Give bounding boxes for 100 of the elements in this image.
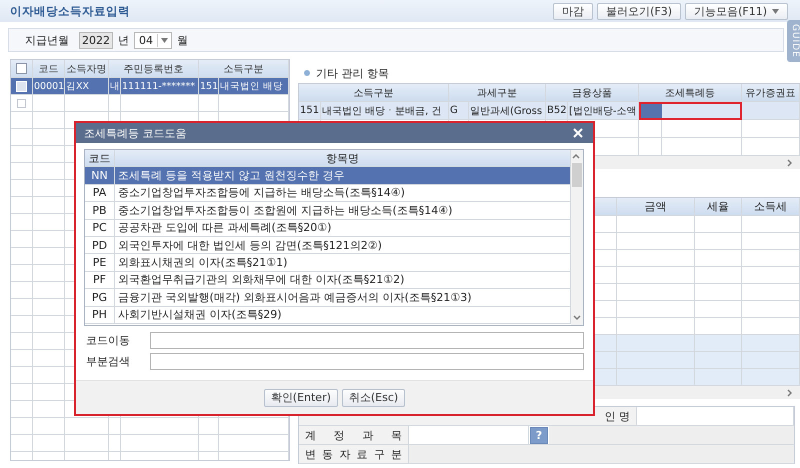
scrollbar[interactable] xyxy=(571,150,583,325)
column-header: 항목명 xyxy=(115,150,571,168)
list-row[interactable]: PG 금융기관 국외발행(매각) 외화표시어음과 예금증서의 이자(조특§21①3) xyxy=(85,289,571,307)
empty-cell xyxy=(11,197,33,214)
empty-cell xyxy=(33,112,65,129)
bullet-icon xyxy=(304,70,310,76)
table-cell: PE xyxy=(85,254,115,272)
chevron-down-icon xyxy=(573,314,581,322)
month-dropdown[interactable]: 04 xyxy=(134,32,172,48)
table-cell: PB xyxy=(85,202,115,220)
table-cell: PD xyxy=(85,236,115,254)
page-title: 이자배당소득자료입력 xyxy=(10,4,130,18)
field-label: 변 동 자 료 구 분 xyxy=(305,446,402,462)
table-cell: G xyxy=(449,102,469,120)
empty-cell xyxy=(65,418,109,435)
chevron-right-icon xyxy=(786,158,794,166)
empty-cell xyxy=(11,367,33,384)
unit-label: 년 xyxy=(118,32,129,48)
empty-cell xyxy=(219,418,289,435)
list-row[interactable]: PA 중소기업창업투자조합등에 지급하는 배당소득(조특§14④) xyxy=(85,184,571,202)
column-header: 소득구분 xyxy=(299,84,449,102)
field-label: 코드이동 xyxy=(86,333,131,348)
empty-cell xyxy=(11,129,33,146)
empty-cell xyxy=(11,214,33,231)
empty-cell xyxy=(219,435,289,452)
table-cell[interactable] xyxy=(639,102,742,120)
empty-cell xyxy=(11,316,33,333)
column-header: 세율 xyxy=(695,198,742,216)
input-field[interactable] xyxy=(150,332,584,349)
input-field[interactable] xyxy=(150,353,584,370)
table-cell: B52 xyxy=(546,102,568,120)
empty-cell xyxy=(199,418,219,435)
empty-cell xyxy=(11,248,33,265)
table-cell: 외국인투자에 대한 법인세 등의 감면(조특§121의2②) xyxy=(115,236,571,254)
empty-cell xyxy=(695,233,742,250)
table-cell: 중소기업창업투자조합등이 조합원에 지급하는 배당소득(조특§14④) xyxy=(115,202,571,220)
table-cell: 내국법인 배당 xyxy=(219,78,289,95)
dialog-button[interactable]: 취소(Esc) xyxy=(342,388,406,406)
table-cell: PH xyxy=(85,306,115,324)
caret-icon xyxy=(161,38,168,42)
dialog-button[interactable]: 확인(Enter) xyxy=(264,388,338,406)
empty-cell xyxy=(11,180,33,197)
empty-cell xyxy=(639,120,662,138)
table-cell: PA xyxy=(85,184,115,202)
empty-cell xyxy=(695,284,742,301)
column-header: 코드 xyxy=(85,150,115,168)
table-row[interactable]: 00001 김XX 내 111111-******* 151 내국법인 배당 xyxy=(11,78,289,95)
empty-cell xyxy=(109,435,121,452)
table-cell: 외화표시채권의 이자(조특§21①1) xyxy=(115,254,571,272)
empty-cell xyxy=(742,120,800,138)
table-cell: 내국법인 배당ㆍ분배금, 건 xyxy=(321,102,449,120)
empty-cell xyxy=(742,284,800,301)
empty-cell xyxy=(11,163,33,180)
column-header: 조세특례등 xyxy=(639,84,742,102)
table-cell: PG xyxy=(85,289,115,307)
table-cell: PC xyxy=(85,220,115,237)
list-row[interactable]: NN 조세특례 등을 적용받지 않고 원천징수한 경우 xyxy=(85,167,571,185)
column-header: 유가증권표 xyxy=(742,84,800,102)
close-icon[interactable] xyxy=(573,128,583,138)
empty-cell xyxy=(33,418,65,435)
scrollbar-thumb[interactable] xyxy=(572,163,582,187)
year-field[interactable]: 2022 xyxy=(79,32,113,48)
list-row[interactable]: PE 외화표시채권의 이자(조특§21①1) xyxy=(85,254,571,272)
column-header: 금액 xyxy=(617,198,695,216)
checkbox[interactable] xyxy=(17,98,26,108)
empty-cell xyxy=(11,333,33,350)
section-title: 기타 관리 항목 xyxy=(316,66,389,80)
empty-cell xyxy=(11,231,33,248)
table-cell: 외국환업무취급기관의 외화채무에 대한 이자(조특§21①2) xyxy=(115,272,571,290)
empty-cell xyxy=(33,95,65,112)
empty-cell xyxy=(695,250,742,267)
table-cell: 김XX xyxy=(65,78,109,95)
empty-cell xyxy=(742,267,800,284)
list-row[interactable]: PB 중소기업창업투자조합등이 조합원에 지급하는 배당소득(조특§14④) xyxy=(85,202,571,220)
table-cell: 사회기반시설채권 이자(조특§29) xyxy=(115,306,571,324)
empty-cell xyxy=(695,267,742,284)
checkbox[interactable] xyxy=(16,63,27,74)
list-row[interactable]: PC 공공차관 도입에 따른 과세특례(조특§20①) xyxy=(85,220,571,237)
empty-cell xyxy=(11,401,33,418)
toolbar-button[interactable]: 마감 xyxy=(553,2,594,20)
table-cell: 중소기업창업투자조합등에 지급하는 배당소득(조특§14④) xyxy=(115,184,571,202)
empty-cell xyxy=(11,112,33,129)
empty-cell xyxy=(65,435,109,452)
column-header: 과세구분 xyxy=(449,84,546,102)
table-cell: 일반과세(Gross xyxy=(469,102,546,120)
list-row[interactable]: PD 외국인투자에 대한 법인세 등의 감면(조특§121의2②) xyxy=(85,236,571,254)
chevron-right-icon xyxy=(786,388,794,396)
empty-cell xyxy=(742,250,800,267)
empty-cell xyxy=(11,299,33,316)
table-cell: 00001 xyxy=(33,78,65,95)
column-header: 소득세 xyxy=(742,198,800,216)
empty-cell xyxy=(695,216,742,233)
menu-button[interactable]: 기능모음(F11) xyxy=(685,2,788,20)
table-cell: 111111-******* xyxy=(121,78,199,95)
toolbar-button[interactable]: 불러오기(F3) xyxy=(597,2,682,20)
list-row[interactable]: PF 외국환업무취급기관의 외화채무에 대한 이자(조특§21①2) xyxy=(85,272,571,290)
table-cell: 금융기관 국외발행(매각) 외화표시어음과 예금증서의 이자(조특§21①3) xyxy=(115,289,571,307)
empty-cell xyxy=(199,435,219,452)
list-row[interactable]: PH 사회기반시설채권 이자(조특§29) xyxy=(85,306,571,324)
chevron-up-icon xyxy=(572,153,580,161)
